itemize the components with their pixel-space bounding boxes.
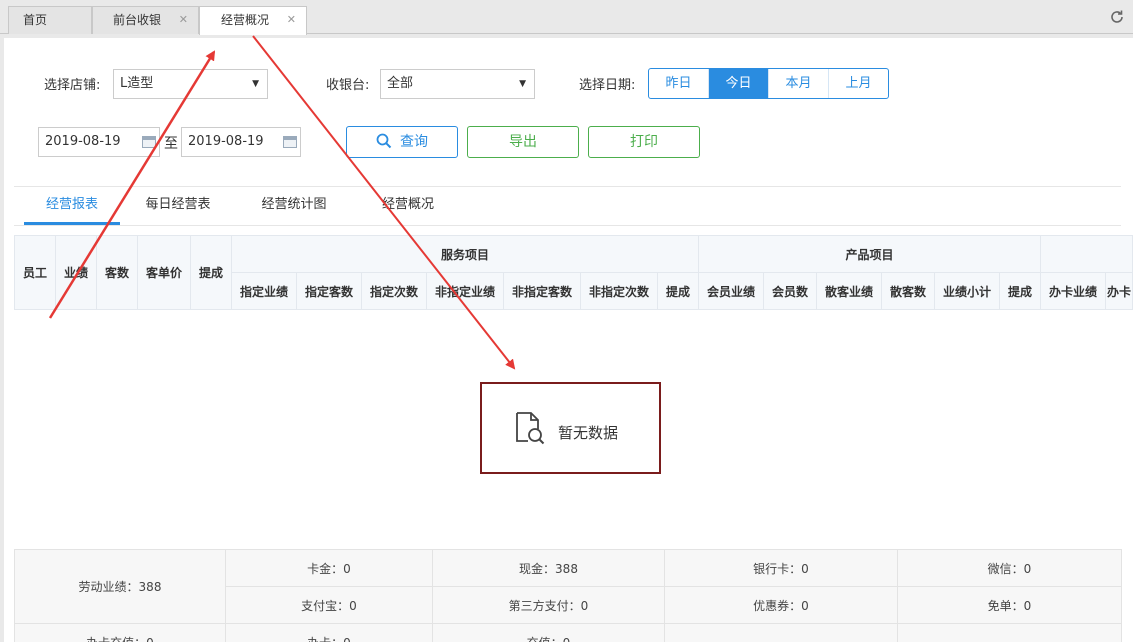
date-label: 选择日期: — [579, 78, 636, 93]
col-header: 指定业绩 — [231, 272, 297, 310]
col-header: 散客数 — [881, 272, 935, 310]
labor-performance: 劳动业绩：388 — [14, 549, 226, 624]
date-option-this-month[interactable]: 本月 — [769, 69, 829, 98]
calendar-icon[interactable] — [142, 136, 156, 148]
subtab-statistics-chart[interactable]: 经营统计图 — [246, 187, 342, 225]
summary-cell — [664, 623, 898, 642]
cashier-select[interactable]: 全部 ▼ — [380, 69, 535, 99]
col-header: 指定次数 — [361, 272, 427, 310]
caret-down-icon: ▼ — [519, 79, 526, 89]
tab-home[interactable]: 首页 — [8, 6, 92, 34]
col-header: 会员业绩 — [698, 272, 764, 310]
summary-table: 劳动业绩：388 卡金：0 现金：388 银行卡：0 微信：0 支付宝：0 第三… — [14, 549, 1122, 642]
summary-cell: 第三方支付：0 — [432, 586, 665, 624]
col-header: 指定客数 — [296, 272, 362, 310]
store-select-value: L造型 — [120, 76, 154, 91]
summary-cell: 卡金：0 — [225, 549, 433, 587]
col-header: 员工 — [14, 235, 56, 310]
col-header: 非指定业绩 — [426, 272, 504, 310]
query-button-label: 查询 — [400, 134, 428, 150]
close-icon[interactable]: ✕ — [179, 7, 188, 33]
col-header: 办卡业绩 — [1040, 272, 1106, 310]
subtab-business-report[interactable]: 经营报表 — [24, 187, 120, 225]
tab-business-overview-label: 经营概况 — [221, 13, 270, 27]
group-header-product: 产品项目 — [698, 235, 1041, 273]
document-search-icon — [516, 412, 545, 445]
cashier-select-value: 全部 — [387, 76, 414, 91]
summary-cell: 充值：0 — [432, 623, 665, 642]
col-header: 客数 — [96, 235, 138, 310]
empty-state-text: 暂无数据 — [558, 424, 619, 442]
close-icon[interactable]: ✕ — [287, 7, 296, 33]
end-date-input[interactable]: 2019-08-19 — [181, 127, 301, 157]
col-header: 提成 — [999, 272, 1041, 310]
summary-cell: 办卡：0 — [225, 623, 433, 642]
summary-cell: 免单：0 — [897, 586, 1122, 624]
start-date-input[interactable]: 2019-08-19 — [38, 127, 160, 157]
subtab-daily-report[interactable]: 每日经营表 — [130, 187, 226, 225]
to-label: 至 — [164, 136, 178, 152]
summary-cell: 现金：388 — [432, 549, 665, 587]
date-option-yesterday[interactable]: 昨日 — [649, 69, 709, 98]
tab-home-label: 首页 — [23, 13, 48, 27]
calendar-icon[interactable] — [283, 136, 297, 148]
summary-cell: 支付宝：0 — [225, 586, 433, 624]
col-header: 业绩 — [55, 235, 97, 310]
query-button[interactable]: 查询 — [346, 126, 458, 158]
col-header: 办卡 — [1105, 272, 1133, 310]
col-header: 散客业绩 — [816, 272, 882, 310]
cashier-label: 收银台: — [326, 78, 370, 93]
start-date-value: 2019-08-19 — [45, 134, 121, 149]
col-header: 非指定次数 — [580, 272, 658, 310]
summary-cell — [897, 623, 1122, 642]
export-button-label: 导出 — [509, 134, 537, 150]
tab-cashier-label: 前台收银 — [113, 13, 162, 27]
tab-business-overview[interactable]: 经营概况 ✕ — [199, 6, 307, 35]
summary-cell: 微信：0 — [897, 549, 1122, 587]
group-header-card — [1040, 235, 1133, 273]
tab-bar: 首页 前台收银 ✕ 经营概况 ✕ — [0, 0, 1133, 35]
main-panel: 选择店铺: L造型 ▼ 收银台: 全部 ▼ 选择日期: 昨日 今日 本月 上月 … — [4, 38, 1133, 642]
date-option-last-month[interactable]: 上月 — [829, 69, 888, 98]
col-header: 业绩小计 — [934, 272, 1000, 310]
date-range-toggle: 昨日 今日 本月 上月 — [648, 68, 889, 99]
refresh-icon[interactable] — [1109, 9, 1125, 25]
caret-down-icon: ▼ — [252, 79, 259, 89]
date-option-today[interactable]: 今日 — [709, 69, 769, 98]
group-header-service: 服务项目 — [231, 235, 699, 273]
col-header: 非指定客数 — [503, 272, 581, 310]
export-button[interactable]: 导出 — [467, 126, 579, 158]
report-tabs: 经营报表 每日经营表 经营统计图 经营概况 — [14, 186, 1121, 226]
col-header: 提成 — [657, 272, 699, 310]
summary-cell: 优惠券：0 — [664, 586, 898, 624]
report-table: 员工 业绩 客数 客单价 提成 服务项目 产品项目 指定业绩 指定客数 指定次数… — [14, 235, 1133, 310]
empty-state: 暂无数据 — [480, 382, 661, 474]
subtab-overview[interactable]: 经营概况 — [360, 187, 456, 225]
summary-cell: 办卡充值：0 — [14, 623, 226, 642]
end-date-value: 2019-08-19 — [188, 134, 264, 149]
print-button[interactable]: 打印 — [588, 126, 700, 158]
store-select[interactable]: L造型 ▼ — [113, 69, 268, 99]
col-header: 会员数 — [763, 272, 817, 310]
print-button-label: 打印 — [630, 134, 658, 150]
search-icon — [376, 133, 392, 149]
store-label: 选择店铺: — [44, 78, 101, 93]
summary-cell: 银行卡：0 — [664, 549, 898, 587]
tab-cashier[interactable]: 前台收银 ✕ — [92, 6, 199, 34]
col-header: 提成 — [190, 235, 232, 310]
col-header: 客单价 — [137, 235, 191, 310]
